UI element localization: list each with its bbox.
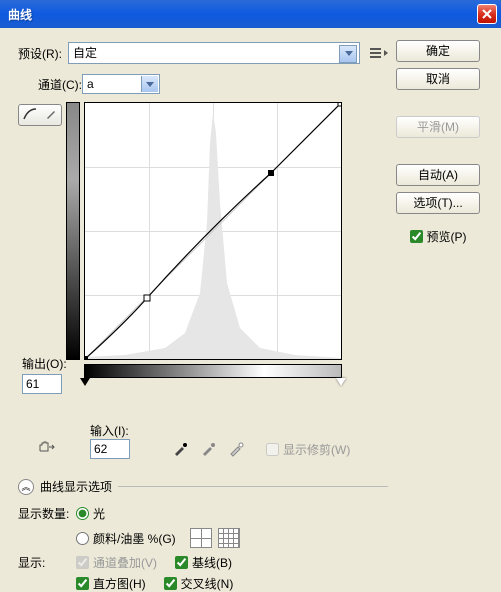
- pencil-tool-icon[interactable]: [45, 108, 57, 123]
- hand-tool-icon[interactable]: [36, 437, 66, 462]
- ok-button[interactable]: 确定: [396, 40, 480, 62]
- input-gradient: [84, 364, 342, 378]
- preview-checkbox[interactable]: [410, 230, 423, 243]
- white-eyedropper-icon[interactable]: [228, 441, 246, 459]
- options-button[interactable]: 选项(T)...: [396, 192, 480, 214]
- amount-label: 显示数量:: [18, 505, 76, 522]
- close-button[interactable]: [477, 4, 497, 24]
- gray-eyedropper-icon[interactable]: [200, 441, 218, 459]
- right-button-panel: 确定 取消 平滑(M) 自动(A) 选项(T)... 预览(P): [393, 40, 483, 245]
- channel-value: a: [87, 77, 94, 91]
- dialog-content: 确定 取消 平滑(M) 自动(A) 选项(T)... 预览(P) 预设(R): …: [4, 30, 497, 569]
- grid-coarse-icon[interactable]: [190, 528, 212, 548]
- smooth-button: 平滑(M): [396, 116, 480, 138]
- show-label: 显示:: [18, 554, 76, 571]
- output-label: 输出(O):: [22, 355, 67, 372]
- preview-label: 预览(P): [427, 228, 467, 245]
- show-clip-checkbox: [266, 443, 279, 456]
- output-gradient: [66, 102, 80, 360]
- pigment-label: 颜料/油墨 %(G): [93, 530, 176, 547]
- histogram-label: 直方图(H): [93, 575, 146, 592]
- overlay-label: 通道叠加(V): [93, 554, 157, 571]
- curve-line: [85, 103, 341, 359]
- pigment-radio[interactable]: [76, 532, 89, 545]
- channel-select[interactable]: a: [82, 74, 160, 94]
- overlay-checkbox: [76, 556, 89, 569]
- light-label: 光: [93, 505, 105, 522]
- histogram-checkbox[interactable]: [76, 577, 89, 590]
- preset-select[interactable]: 自定: [68, 42, 360, 64]
- channel-label: 通道(C):: [38, 76, 82, 93]
- white-slider[interactable]: [336, 378, 346, 386]
- section-toggle-icon[interactable]: ︽: [18, 479, 34, 495]
- input-label: 输入(I):: [90, 422, 130, 439]
- input-input[interactable]: [90, 439, 130, 459]
- title-text: 曲线: [8, 6, 477, 23]
- auto-button[interactable]: 自动(A): [396, 164, 480, 186]
- black-eyedropper-icon[interactable]: [172, 441, 190, 459]
- grid-fine-icon[interactable]: [218, 528, 240, 548]
- preset-menu-icon[interactable]: [370, 44, 388, 62]
- light-radio[interactable]: [76, 507, 89, 520]
- preview-checkbox-wrap: 预览(P): [410, 228, 467, 245]
- section-title: 曲线显示选项: [40, 478, 112, 495]
- baseline-checkbox[interactable]: [175, 556, 188, 569]
- intersect-checkbox[interactable]: [164, 577, 177, 590]
- curve-graph[interactable]: [84, 102, 342, 360]
- black-slider[interactable]: [80, 378, 90, 386]
- title-bar: 曲线: [0, 0, 501, 28]
- preset-value: 自定: [73, 46, 97, 60]
- output-input[interactable]: [22, 374, 62, 394]
- baseline-label: 基线(B): [192, 554, 232, 571]
- curve-tool-group: [18, 104, 62, 126]
- curve-tool-icon[interactable]: [23, 108, 37, 123]
- cancel-button[interactable]: 取消: [396, 68, 480, 90]
- show-clip-label: 显示修剪(W): [283, 441, 350, 458]
- intersect-label: 交叉线(N): [181, 575, 234, 592]
- preset-label: 预设(R):: [18, 45, 62, 62]
